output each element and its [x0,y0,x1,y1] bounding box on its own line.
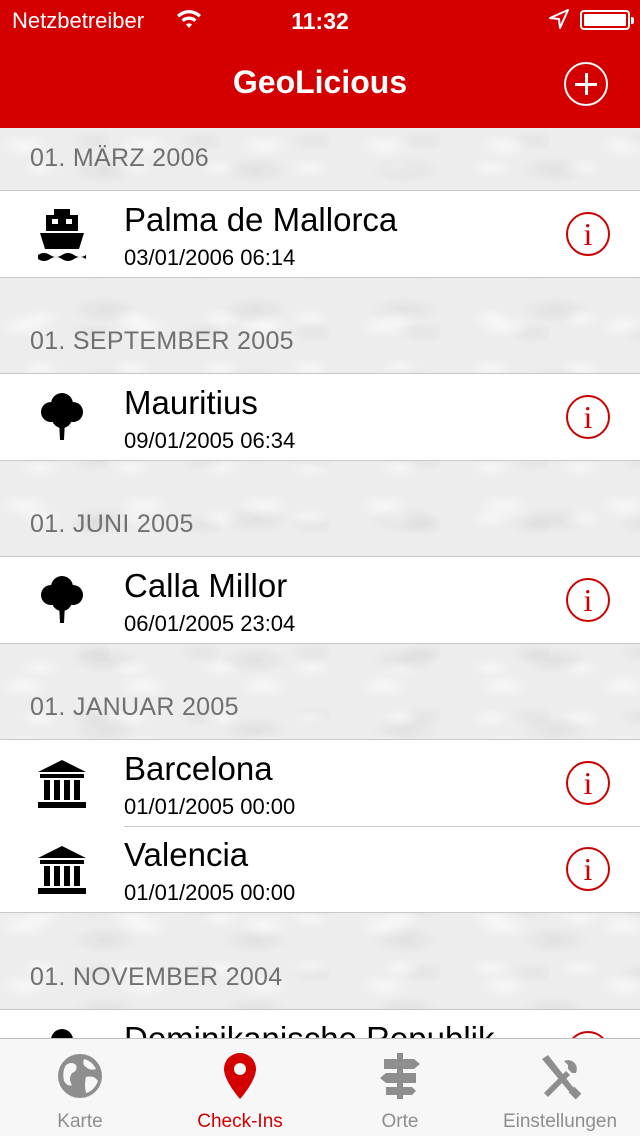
tab-label: Einstellungen [502,1111,618,1132]
globe-icon [58,1054,102,1098]
battery-icon [580,10,634,30]
info-button[interactable]: i [566,1031,610,1038]
info-button[interactable]: i [566,847,610,891]
nav-bar: Netzbetreiber 11:32 GeoLicious [0,0,640,128]
tab-label: Karte [57,1111,103,1132]
tree-icon [41,576,83,623]
list-item[interactable]: Mauritius 09/01/2005 06:34 i [0,374,640,460]
section-header: 01. JUNI 2005 [30,510,194,538]
tree-icon [41,393,83,440]
checkin-date: 06/01/2005 23:04 [124,611,296,636]
status-bar: Netzbetreiber 11:32 [0,0,640,40]
location-arrow-icon [549,9,569,29]
place-name: Calla Millor [124,567,288,604]
section-header: 01. NOVEMBER 2004 [30,963,283,991]
section-group: Mauritius 09/01/2005 06:34 i [0,373,640,461]
section-group: Barcelona 01/01/2005 00:00 i Valencia 01… [0,739,640,913]
section-group: Calla Millor 06/01/2005 23:04 i [0,556,640,644]
tab-orte[interactable]: Orte [320,1039,480,1136]
tab-check-ins[interactable]: Check-Ins [160,1039,320,1136]
tab-einstellungen[interactable]: Einstellungen [480,1039,640,1136]
section-header: 01. SEPTEMBER 2005 [30,327,294,355]
status-clock: 11:32 [291,8,349,34]
place-name: Dominikanische Republik [124,1020,495,1038]
tab-bar: Karte Check-Ins Orte Einstellungen [0,1038,640,1136]
section-header: 01. MÄRZ 2006 [30,144,209,172]
place-name: Mauritius [124,384,258,421]
list-item[interactable]: Valencia 01/01/2005 00:00 i [0,826,640,912]
info-button[interactable]: i [566,578,610,622]
checkin-list[interactable]: 01. MÄRZ 2006 Palma de Mallorca 03/01/20… [0,128,640,1038]
info-button[interactable]: i [566,395,610,439]
list-item[interactable]: Palma de Mallorca 03/01/2006 06:14 i [0,191,640,277]
tab-karte[interactable]: Karte [0,1039,160,1136]
section-group: Palma de Mallorca 03/01/2006 06:14 i [0,190,640,278]
tools-icon [542,1055,582,1100]
list-item[interactable]: Barcelona 01/01/2005 00:00 i [0,740,640,826]
page-title: GeoLicious [232,64,408,100]
checkin-date: 01/01/2005 00:00 [124,880,296,905]
museum-icon [38,760,86,808]
section-group: Dominikanische Republik i [0,1009,640,1038]
place-name: Valencia [124,836,249,873]
info-button[interactable]: i [566,761,610,805]
info-button[interactable]: i [566,212,610,256]
checkin-date: 01/01/2005 00:00 [124,794,296,819]
checkin-date: 09/01/2005 06:34 [124,428,296,453]
tab-label: Check-Ins [197,1111,283,1132]
list-item[interactable]: Dominikanische Republik i [0,1010,640,1038]
place-name: Palma de Mallorca [124,201,398,238]
place-name: Barcelona [124,750,273,787]
checkin-date: 03/01/2006 06:14 [124,245,296,270]
museum-icon [38,846,86,894]
section-header: 01. JANUAR 2005 [30,693,239,721]
tab-label: Orte [381,1111,419,1132]
list-item[interactable]: Calla Millor 06/01/2005 23:04 i [0,557,640,643]
ship-icon [38,209,86,261]
tree-icon [51,1029,73,1038]
signpost-icon [380,1053,420,1099]
map-pin-icon [224,1053,256,1099]
add-checkin-button[interactable] [564,62,608,106]
